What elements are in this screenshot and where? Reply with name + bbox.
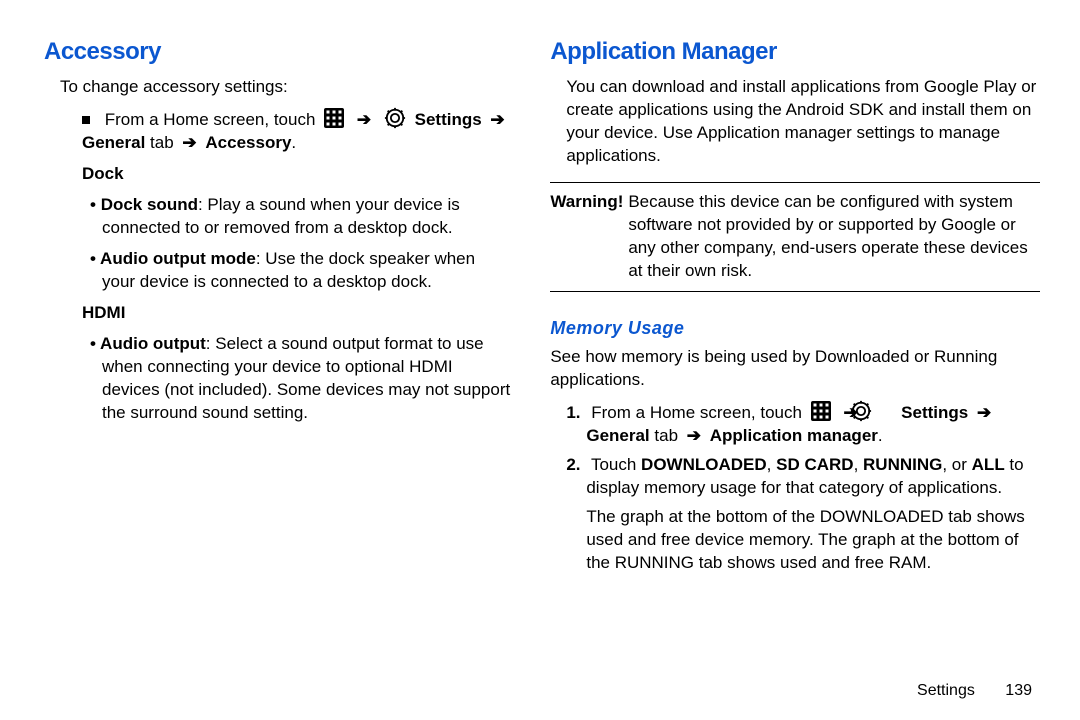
step-1: 1. From a Home screen, touch ➔ Settings … [586,400,1040,448]
audio-output-mode-item: Audio output mode: Use the dock speaker … [102,248,510,294]
step-2: 2. Touch DOWNLOADED, SD CARD, RUNNING, o… [586,454,1040,500]
apps-grid-icon [811,401,831,421]
heading-accessory: Accessory [44,36,510,68]
step-extra: The graph at the bottom of the DOWNLOADE… [586,506,1040,575]
heading-appmgr: Application Manager [550,36,1040,68]
settings-label: Settings [901,403,968,422]
dock-sound-label: Dock sound [101,195,198,214]
step2-pre: Touch [591,455,641,474]
general-label: General [586,426,649,445]
step1-pre: From a Home screen, touch [591,403,802,422]
arrow-icon: ➔ [357,110,371,129]
settings-gear-icon [870,400,892,422]
all-label: ALL [972,455,1005,474]
accessory-label: Accessory [205,133,291,152]
audio-output-item: Audio output: Select a sound output form… [102,333,510,425]
arrow-icon: ➔ [182,133,196,152]
appmgr-label: Application manager [710,426,878,445]
appmgr-intro: You can download and install application… [566,76,1040,168]
from-home-text: From a Home screen, touch [105,110,316,129]
warning-block: Warning! Because this device can be conf… [550,182,1040,292]
audio-output-label: Audio output [100,334,206,353]
right-column: Application Manager You can download and… [550,36,1040,696]
tab-word: tab [654,426,678,445]
square-bullet-icon [82,116,90,124]
sdcard-label: SD CARD [776,455,853,474]
arrow-icon: ➔ [490,110,504,129]
page-footer: Settings 139 [917,680,1032,702]
tab-word: tab [150,133,174,152]
warning-text: Because this device can be configured wi… [628,191,1040,283]
audio-output-mode-label: Audio output mode [100,249,256,268]
left-column: Accessory To change accessory settings: … [44,36,510,696]
heading-memory: Memory Usage [550,316,1040,340]
arrow-icon: ➔ [687,426,701,445]
warning-label: Warning! [550,191,628,214]
running-label: RUNNING [863,455,942,474]
accessory-path: From a Home screen, touch ➔ Settings ➔ G… [82,107,510,155]
settings-gear-icon [384,107,406,129]
footer-section: Settings [917,682,975,699]
memory-intro: See how memory is being used by Download… [550,346,1040,392]
general-label: General [82,133,145,152]
arrow-icon: ➔ [977,403,991,422]
hdmi-heading: HDMI [82,302,510,325]
footer-page: 139 [1005,682,1032,699]
dock-heading: Dock [82,163,510,186]
apps-grid-icon [324,108,344,128]
downloaded-label: DOWNLOADED [641,455,767,474]
dock-sound-item: Dock sound: Play a sound when your devic… [102,194,510,240]
accessory-intro: To change accessory settings: [60,76,510,99]
settings-label: Settings [415,110,482,129]
